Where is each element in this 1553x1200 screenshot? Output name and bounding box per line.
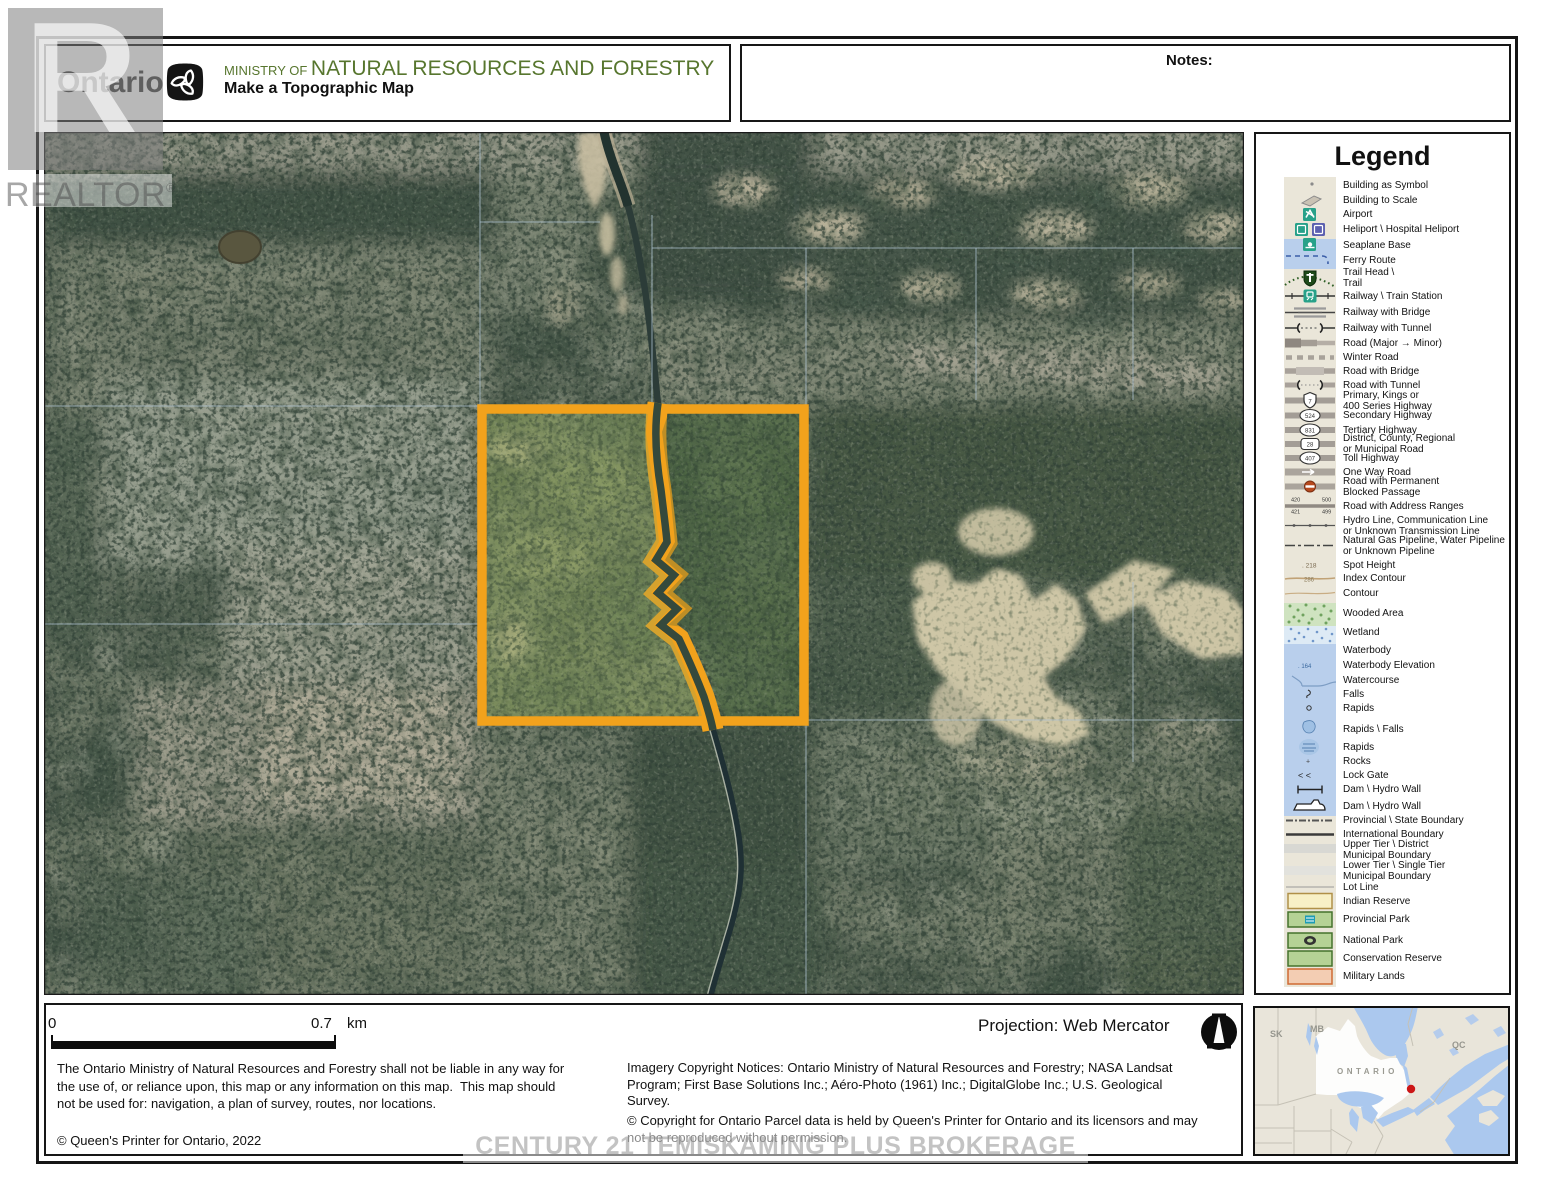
svg-text:+: + <box>1306 759 1310 766</box>
svg-text:524: 524 <box>1305 414 1316 420</box>
svg-text:500: 500 <box>1322 498 1331 504</box>
svg-text:. 164: . 164 <box>1298 664 1312 670</box>
svg-text:28: 28 <box>1307 443 1314 449</box>
svg-text:407: 407 <box>1305 457 1316 463</box>
svg-text:421: 421 <box>1291 510 1300 516</box>
svg-text:< <: < < <box>1298 771 1311 781</box>
svg-text:. 218: . 218 <box>1302 563 1317 570</box>
svg-text:831: 831 <box>1305 429 1316 435</box>
svg-text:499: 499 <box>1322 510 1331 516</box>
svg-text:286: 286 <box>1304 578 1315 584</box>
svg-text:420: 420 <box>1291 498 1300 504</box>
